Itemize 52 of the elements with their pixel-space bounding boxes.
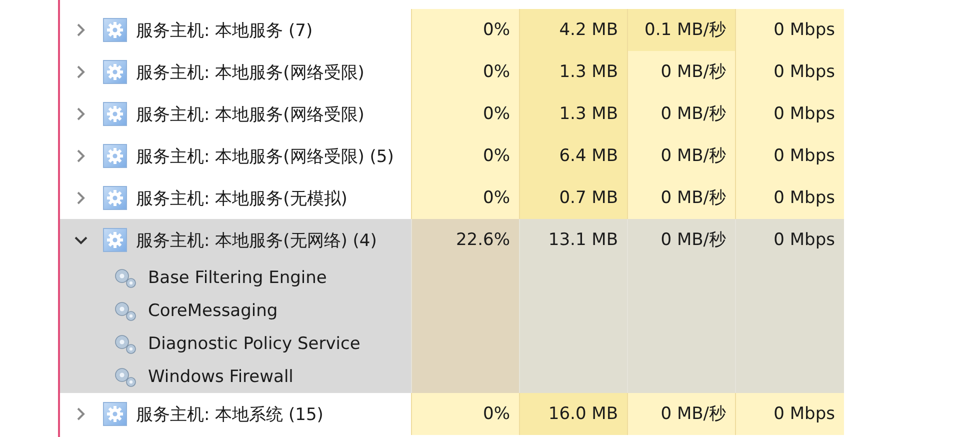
- table-cell: 0 Mbps: [735, 219, 844, 393]
- process-name: 服务主机: 本地服务 (7): [136, 20, 313, 42]
- table-cell: 0 MB/秒: [627, 177, 735, 219]
- gear-icon: [103, 186, 127, 210]
- table-cell: 0 MB/秒: [627, 51, 735, 93]
- gears-icon: [113, 366, 137, 388]
- table-cell: 0 Mbps: [735, 93, 844, 135]
- table-cell: 0%: [411, 177, 519, 219]
- table-cell: 1.3 MB: [519, 51, 627, 93]
- gear-icon: [103, 18, 127, 42]
- gears-icon: [113, 300, 137, 322]
- gear-icon: [103, 144, 127, 168]
- table-cell: 0 Mbps: [735, 393, 844, 435]
- table-cell: 0 MB/秒: [627, 393, 735, 435]
- table-cell: 0 MB/秒: [627, 93, 735, 135]
- gear-icon: [103, 60, 127, 84]
- table-cell: 0%: [411, 93, 519, 135]
- gear-icon: [103, 228, 127, 252]
- table-cell: 6.4 MB: [519, 135, 627, 177]
- table-cell: 1.3 MB: [519, 93, 627, 135]
- service-name: Diagnostic Policy Service: [148, 334, 360, 354]
- selected-row[interactable]: 服务主机: 本地服务(无网络) (4) Base Filtering Engine CoreMessaging Diagnostic Policy Service Windows Firewall 22.6% 13.1 MB 0 MB/秒 0 Mbps: [60, 219, 847, 393]
- table-cell: 0 Mbps: [735, 9, 844, 51]
- table-cell: 22.6%: [411, 219, 519, 393]
- gear-icon: [103, 402, 127, 426]
- table-cell: 16.0 MB: [519, 393, 627, 435]
- service-name: Base Filtering Engine: [148, 268, 327, 288]
- process-name: 服务主机: 本地服务(无模拟): [136, 188, 348, 210]
- table-cell: 0 Mbps: [735, 51, 844, 93]
- table-cell: 13.1 MB: [519, 219, 627, 393]
- table-cell: 0.1 MB/秒: [627, 9, 735, 51]
- table-cell: 0 Mbps: [735, 135, 844, 177]
- gear-icon: [103, 102, 127, 126]
- table-cell: 0 Mbps: [735, 177, 844, 219]
- table-cell: 0.7 MB: [519, 177, 627, 219]
- table-cell: 4.2 MB: [519, 9, 627, 51]
- process-name: 服务主机: 本地服务(网络受限) (5): [136, 146, 394, 168]
- table-cell: 0 MB/秒: [627, 135, 735, 177]
- table-cell: 0 MB/秒: [627, 219, 735, 393]
- gears-icon: [113, 332, 137, 354]
- process-name: 服务主机: 本地系统 (15): [136, 404, 324, 426]
- service-name: Windows Firewall: [148, 366, 294, 386]
- table-cell: 0%: [411, 9, 519, 51]
- table-cell: 0%: [411, 135, 519, 177]
- chevron-down-icon[interactable]: [74, 236, 88, 244]
- table-cell: 0%: [411, 51, 519, 93]
- table-cell: 0%: [411, 393, 519, 435]
- process-name: 服务主机: 本地服务(网络受限): [136, 104, 364, 126]
- process-name: 服务主机: 本地服务(网络受限): [136, 62, 364, 84]
- gears-icon: [113, 266, 137, 288]
- service-name: CoreMessaging: [148, 300, 278, 320]
- process-name: 服务主机: 本地服务(无网络) (4): [136, 230, 377, 252]
